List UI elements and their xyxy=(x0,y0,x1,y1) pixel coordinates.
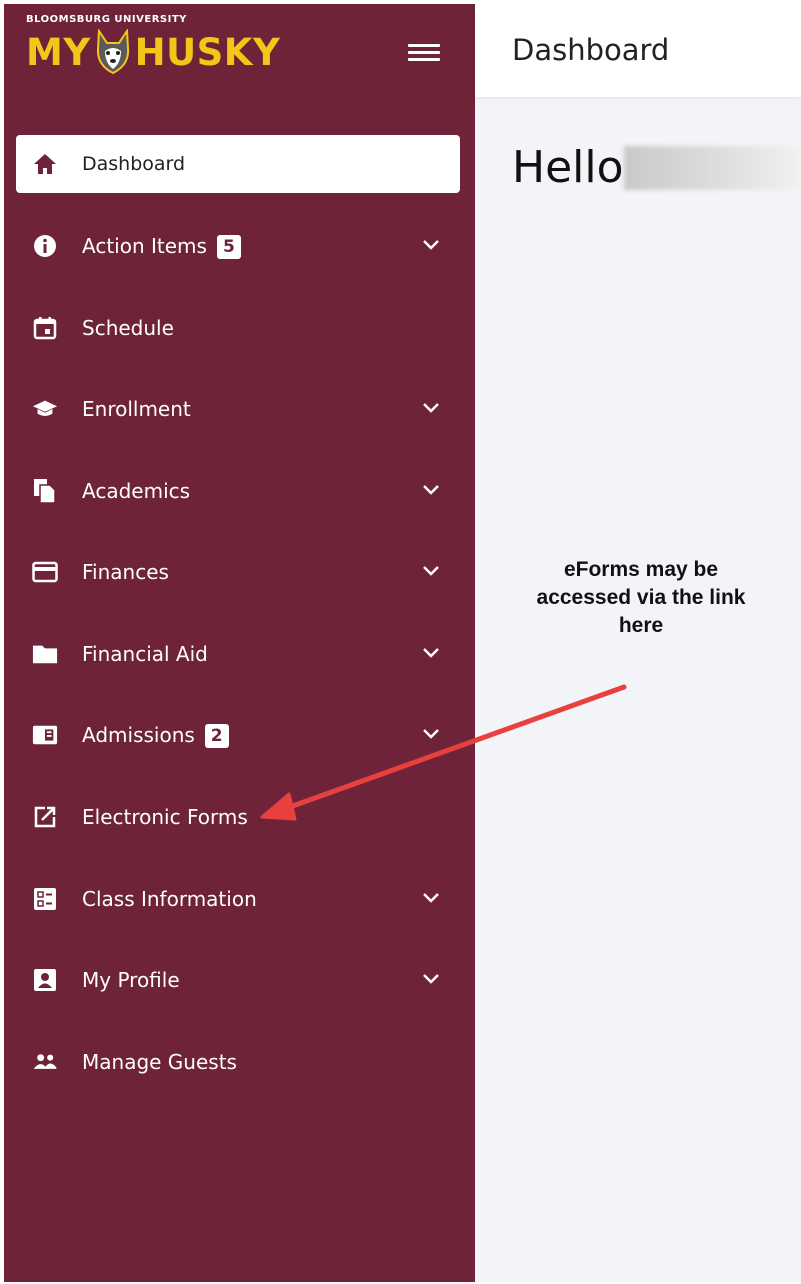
external-edit-icon xyxy=(32,804,58,830)
sidebar-item-label: Manage Guests xyxy=(82,1050,237,1074)
sidebar-item-my-profile[interactable]: My Profile xyxy=(16,951,460,1009)
sidebar-item-label: Finances xyxy=(82,560,169,584)
sidebar-item-label: My Profile xyxy=(82,968,180,992)
chevron-down-icon[interactable] xyxy=(422,564,440,578)
greeting: Hello xyxy=(512,142,624,193)
sidebar-item-label: Admissions xyxy=(82,722,195,747)
sidebar: BLOOMSBURG UNIVERSITY MY HUSKY Dashboard… xyxy=(4,4,475,1282)
sidebar-item-enrollment[interactable]: Enrollment xyxy=(16,380,460,438)
sidebar-item-class-information[interactable]: Class Information xyxy=(16,870,460,928)
sidebar-item-financial-aid[interactable]: Financial Aid xyxy=(16,625,460,683)
sidebar-item-label: Financial Aid xyxy=(82,642,208,666)
people-icon xyxy=(32,1049,58,1075)
chevron-down-icon[interactable] xyxy=(422,891,440,905)
sidebar-item-schedule[interactable]: Schedule xyxy=(16,299,460,357)
redacted-username xyxy=(624,146,801,190)
sidebar-item-label: Electronic Forms xyxy=(82,805,248,829)
graduation-cap-icon xyxy=(32,396,58,422)
list-box-icon xyxy=(32,886,58,912)
chevron-down-icon[interactable] xyxy=(422,401,440,415)
sidebar-item-action-items[interactable]: Action Items 5 xyxy=(16,217,460,275)
sidebar-item-electronic-forms[interactable]: Electronic Forms xyxy=(16,788,460,846)
count-badge: 5 xyxy=(216,234,241,259)
sidebar-item-label: Action Items xyxy=(82,233,207,258)
app-name-my: MY xyxy=(26,30,91,74)
app-window: BLOOMSBURG UNIVERSITY MY HUSKY Dashboard… xyxy=(4,4,801,1282)
home-icon xyxy=(32,151,58,177)
folder-icon xyxy=(32,641,58,667)
credit-card-icon xyxy=(32,559,58,585)
chevron-down-icon[interactable] xyxy=(422,238,440,252)
menu-toggle-icon[interactable] xyxy=(408,44,440,64)
sidebar-item-academics[interactable]: Academics xyxy=(16,462,460,520)
university-name: BLOOMSBURG UNIVERSITY xyxy=(26,14,187,25)
sidebar-item-label: Enrollment xyxy=(82,397,191,421)
sidebar-item-label: Class Information xyxy=(82,887,257,911)
info-icon xyxy=(32,233,58,259)
app-name-husky: HUSKY xyxy=(134,30,281,74)
newspaper-icon xyxy=(32,722,58,748)
sidebar-item-label: Dashboard xyxy=(82,153,186,175)
chevron-down-icon[interactable] xyxy=(422,483,440,497)
chevron-down-icon[interactable] xyxy=(422,972,440,986)
sidebar-item-dashboard[interactable]: Dashboard xyxy=(16,135,460,193)
logo[interactable]: BLOOMSBURG UNIVERSITY MY HUSKY xyxy=(26,14,280,75)
page-title: Dashboard xyxy=(512,33,670,67)
top-bar: Dashboard xyxy=(475,4,801,97)
sidebar-item-label: Schedule xyxy=(82,316,174,340)
annotation-callout: eForms may be accessed via the link here xyxy=(536,558,746,637)
sidebar-item-admissions[interactable]: Admissions 2 xyxy=(16,706,460,764)
chevron-down-icon[interactable] xyxy=(422,646,440,660)
sidebar-item-label: Academics xyxy=(82,479,191,503)
calendar-icon xyxy=(32,315,58,341)
chevron-down-icon[interactable] xyxy=(422,727,440,741)
profile-card-icon xyxy=(32,967,58,993)
husky-mascot-icon xyxy=(96,29,129,75)
sidebar-item-manage-guests[interactable]: Manage Guests xyxy=(16,1033,460,1091)
count-badge: 2 xyxy=(204,723,229,748)
documents-icon xyxy=(32,478,58,504)
sidebar-item-finances[interactable]: Finances xyxy=(16,543,460,601)
